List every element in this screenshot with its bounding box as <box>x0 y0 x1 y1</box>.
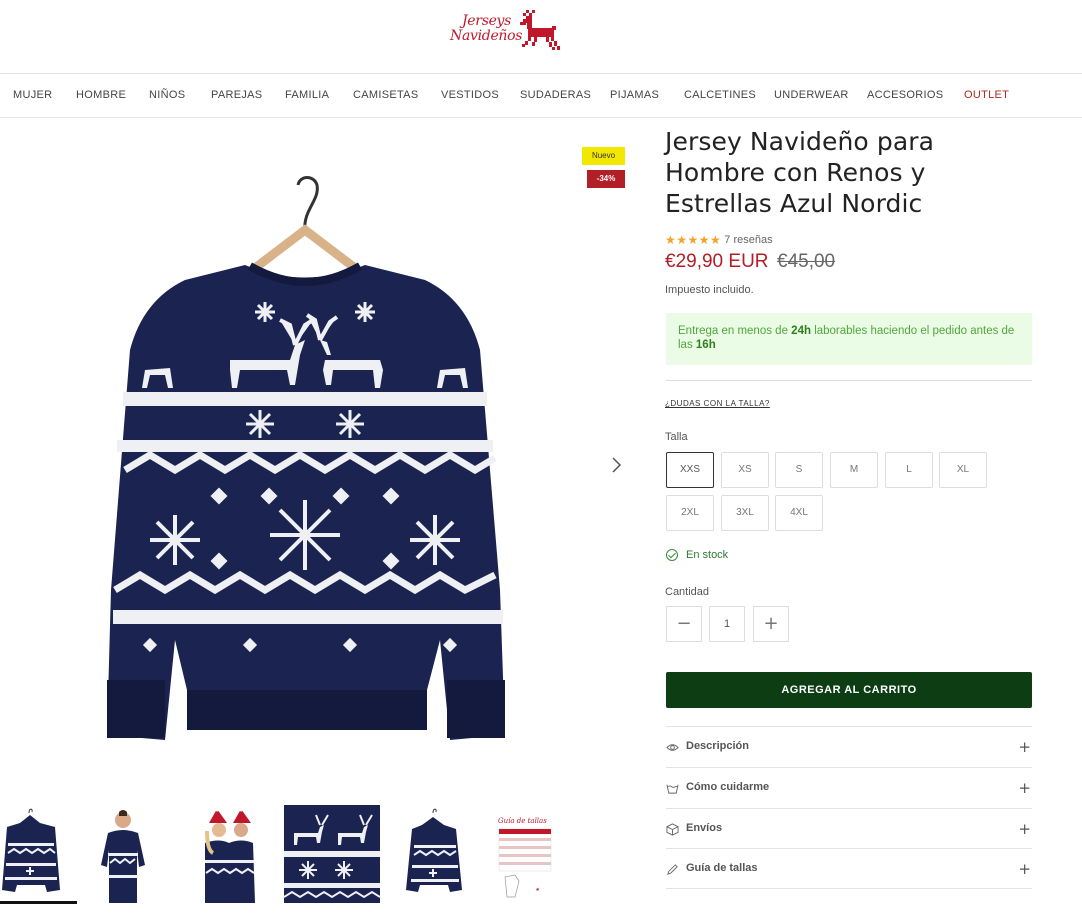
accordion-description[interactable]: Descripción + <box>666 726 1032 767</box>
accordion-shipping[interactable]: Envíos + <box>666 808 1032 849</box>
stock-text: En stock <box>686 549 729 561</box>
size-option-4xl[interactable]: 4XL <box>775 495 823 531</box>
plus-icon: + <box>1018 860 1031 878</box>
pencil-icon <box>667 864 678 875</box>
nav-item-parejas[interactable]: PAREJAS <box>211 89 262 101</box>
sweater-illustration <box>107 176 505 740</box>
size-option-l[interactable]: L <box>885 452 933 488</box>
nav-item-hombre[interactable]: HOMBRE <box>76 89 126 101</box>
size-option-s[interactable]: S <box>775 452 823 488</box>
reindeer-logo-icon <box>520 10 560 50</box>
size-label: Talla <box>665 431 688 443</box>
delivery-hours: 24h <box>791 325 811 337</box>
thumbnail-sweater-back[interactable] <box>404 805 464 903</box>
thumbnail-size-guide[interactable]: Guía de tallas ★ <box>495 805 565 903</box>
quantity-decrease-button[interactable]: − <box>666 606 702 642</box>
accordion-care[interactable]: Cómo cuidarme + <box>666 767 1032 808</box>
size-option-xs[interactable]: XS <box>721 452 769 488</box>
active-thumbnail-indicator <box>0 901 77 904</box>
accordion-label: Cómo cuidarme <box>686 781 770 793</box>
washing-icon <box>666 784 679 794</box>
nav-item-mujer[interactable]: MUJER <box>13 89 52 101</box>
delivery-time: 16h <box>695 339 716 351</box>
product-title: Jersey Navideño para Hombre con Renos y … <box>665 127 935 218</box>
nav-item-pijamas[interactable]: PIJAMAS <box>610 89 659 101</box>
plus-icon: + <box>1018 820 1031 838</box>
star-rating-icon: ★★★★★ <box>665 233 722 247</box>
eye-icon <box>666 744 679 751</box>
accordion-label: Envíos <box>686 822 723 834</box>
main-nav: MUJER HOMBRE NIÑOS PAREJAS FAMILIA CAMIS… <box>0 74 1082 118</box>
accordion-label: Guía de tallas <box>686 862 758 874</box>
thumbnail-sweater-front[interactable] <box>0 805 62 903</box>
check-circle-icon <box>666 549 678 561</box>
nav-item-camisetas[interactable]: CAMISETAS <box>353 89 418 101</box>
new-badge: Nuevo <box>582 147 625 165</box>
nav-item-sudaderas[interactable]: SUDADERAS <box>520 89 591 101</box>
delivery-text-pre: Entrega en menos de <box>678 325 792 337</box>
tax-note: Impuesto incluido. <box>665 284 754 296</box>
product-main-image[interactable] <box>95 170 515 750</box>
plus-icon: + <box>1018 779 1031 797</box>
chevron-right-icon[interactable] <box>606 455 626 475</box>
thumbnail-pattern-closeup[interactable] <box>284 805 380 903</box>
size-option-2xl[interactable]: 2XL <box>666 495 714 531</box>
box-icon <box>666 823 679 836</box>
nav-item-accesorios[interactable]: ACCESORIOS <box>867 89 943 101</box>
accordion-label: Descripción <box>686 740 749 752</box>
size-guide-thumb-title: Guía de tallas <box>498 817 547 825</box>
original-price: €45,00 <box>777 251 836 272</box>
thumbnail-strip: Guía de tallas ★ <box>0 805 580 905</box>
product-rating[interactable]: ★★★★★ 7 reseñas <box>665 233 773 247</box>
nav-item-underwear[interactable]: UNDERWEAR <box>774 89 849 101</box>
size-help-link[interactable]: ¿DUDAS CON LA TALLA? <box>665 399 770 408</box>
size-option-xl[interactable]: XL <box>939 452 987 488</box>
discount-badge: -34% <box>587 170 625 188</box>
add-to-cart-button[interactable]: AGREGAR AL CARRITO <box>666 672 1032 708</box>
nav-item-vestidos[interactable]: VESTIDOS <box>441 89 499 101</box>
plus-icon: + <box>1018 738 1031 756</box>
thumbnail-man-wearing[interactable] <box>93 805 153 903</box>
site-header: Jerseys Navideños <box>0 0 1082 74</box>
sale-price: €29,90 EUR <box>665 251 769 272</box>
quantity-label: Cantidad <box>665 586 710 598</box>
svg-text:★: ★ <box>535 887 540 893</box>
nav-item-ninos[interactable]: NIÑOS <box>149 89 185 101</box>
nav-item-calcetines[interactable]: CALCETINES <box>684 89 756 101</box>
quantity-input[interactable]: 1 <box>709 606 745 642</box>
site-logo[interactable]: Jerseys Navideños <box>450 8 564 58</box>
size-option-xxs[interactable]: XXS <box>666 452 714 488</box>
stock-status: En stock <box>666 549 728 561</box>
review-count[interactable]: 7 reseñas <box>724 234 772 246</box>
nav-item-familia[interactable]: FAMILIA <box>285 89 329 101</box>
thumbnail-couple-wearing[interactable] <box>195 805 265 903</box>
quantity-increase-button[interactable]: + <box>753 606 789 642</box>
nav-item-outlet[interactable]: OUTLET <box>964 89 1009 101</box>
size-option-3xl[interactable]: 3XL <box>721 495 769 531</box>
size-option-m[interactable]: M <box>830 452 878 488</box>
divider <box>666 380 1032 381</box>
accordion-size-guide[interactable]: Guía de tallas + <box>666 848 1032 889</box>
delivery-notice: Entrega en menos de 24h laborables hacie… <box>666 313 1032 365</box>
